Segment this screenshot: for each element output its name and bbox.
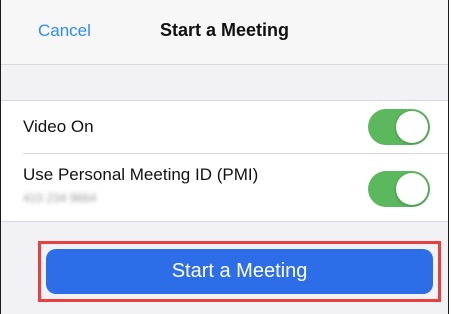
nav-header: Cancel Start a Meeting bbox=[1, 0, 448, 65]
start-meeting-screen: Cancel Start a Meeting Video On Use Pers… bbox=[0, 0, 449, 314]
toggle-knob bbox=[396, 173, 428, 205]
pmi-toggle[interactable] bbox=[368, 171, 430, 207]
highlight-box: Start a Meeting bbox=[38, 241, 441, 302]
toggle-knob bbox=[396, 111, 428, 143]
page-title: Start a Meeting bbox=[159, 20, 290, 40]
video-on-label: Video On bbox=[23, 117, 94, 136]
start-meeting-button[interactable]: Start a Meeting bbox=[46, 249, 433, 294]
pmi-label: Use Personal Meeting ID (PMI) bbox=[23, 165, 259, 184]
settings-group: Video On Use Personal Meeting ID (PMI) 4… bbox=[1, 100, 448, 222]
video-on-toggle[interactable] bbox=[368, 109, 430, 145]
pmi-row: Use Personal Meeting ID (PMI) 410 234 96… bbox=[23, 153, 448, 221]
video-on-row: Video On bbox=[1, 101, 448, 153]
pmi-value: 410 234 9664 bbox=[23, 191, 97, 205]
